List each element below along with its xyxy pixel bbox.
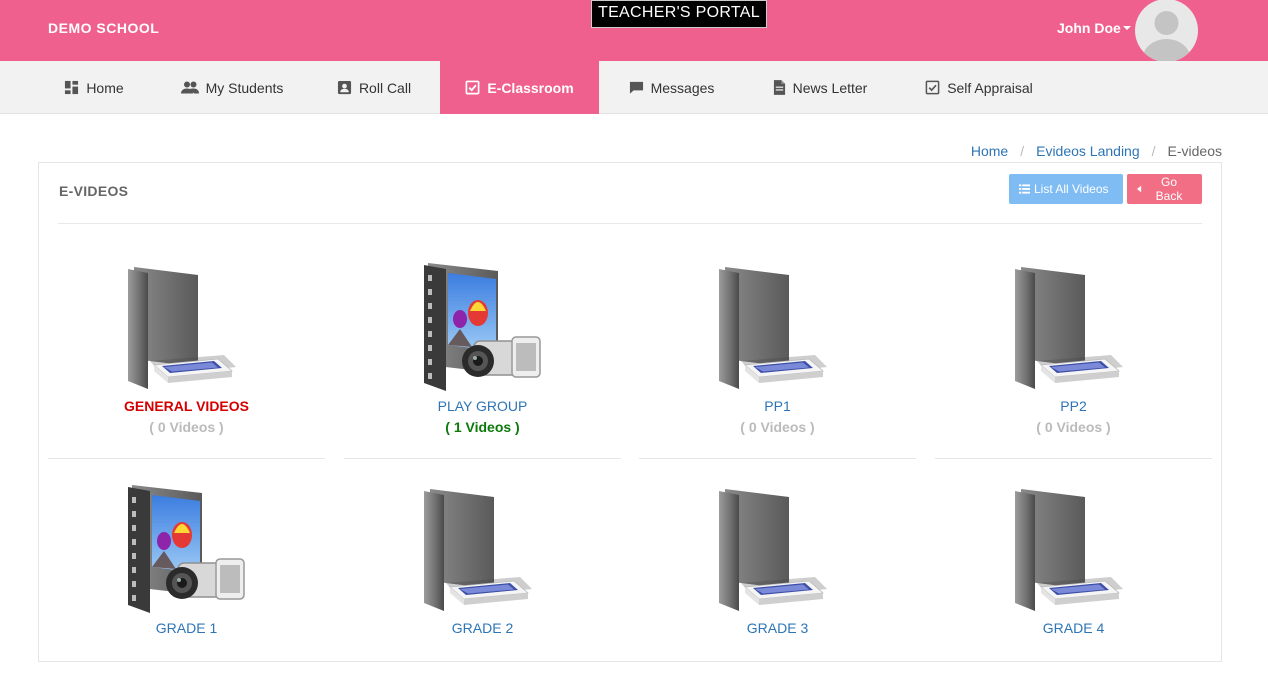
folder-video-count: ( 0 Videos ): [740, 419, 815, 435]
contact-card-icon: [337, 80, 351, 95]
go-back-button[interactable]: Go Back: [1127, 174, 1202, 204]
portal-title: TEACHER'S PORTAL: [591, 0, 767, 28]
user-menu[interactable]: John Doe: [1057, 20, 1131, 36]
folder-name[interactable]: PP1: [639, 398, 916, 414]
nav-label: News Letter: [792, 79, 868, 96]
folder-name[interactable]: GENERAL VIDEOS: [48, 398, 325, 414]
dashboard-icon: [65, 80, 79, 95]
folder-video-count: ( 1 Videos ): [445, 419, 520, 435]
folder-video-count: ( 0 Videos ): [1036, 419, 1111, 435]
folder-tile[interactable]: GENERAL VIDEOS ( 0 Videos ): [48, 253, 325, 459]
nav-label: E-Classroom: [487, 79, 574, 96]
folder-divider: [639, 458, 916, 459]
breadcrumb: Home / Evideos Landing / E-videos: [971, 143, 1222, 159]
video-folder-icon: [128, 485, 245, 613]
nav-label: Self Appraisal: [947, 79, 1033, 96]
page-title: E-VIDEOS: [59, 183, 129, 199]
checkbox-icon: [465, 80, 480, 95]
breadcrumb-evideos-landing[interactable]: Evideos Landing: [1036, 143, 1140, 159]
video-folder-icon: [424, 263, 541, 391]
breadcrumb-separator: /: [1151, 143, 1156, 159]
folder-divider: [344, 458, 621, 459]
nav-item-roll-call[interactable]: Roll Call: [322, 61, 426, 114]
empty-folder-icon: [719, 267, 827, 389]
document-icon: [773, 80, 785, 95]
evideos-panel: E-VIDEOS List All Videos Go Back GENERAL…: [38, 162, 1222, 662]
folder-divider: [48, 458, 325, 459]
folder-tile[interactable]: GRADE 4: [935, 475, 1212, 681]
empty-folder-icon: [1015, 489, 1123, 611]
folder-name[interactable]: GRADE 1: [48, 620, 325, 636]
nav-item-self-appraisal[interactable]: Self Appraisal: [908, 61, 1050, 114]
breadcrumb-current: E-videos: [1167, 143, 1222, 159]
list-all-videos-label: List All Videos: [1034, 182, 1109, 196]
folder-name[interactable]: GRADE 2: [344, 620, 621, 636]
people-icon: [180, 81, 199, 94]
nav-label: Home: [86, 79, 124, 96]
empty-folder-icon: [424, 489, 532, 611]
folder-tile[interactable]: PP2 ( 0 Videos ): [935, 253, 1212, 459]
nav-item-e-classroom[interactable]: E-Classroom: [440, 61, 599, 114]
folder-tile[interactable]: PP1 ( 0 Videos ): [639, 253, 916, 459]
folder-name[interactable]: GRADE 3: [639, 620, 916, 636]
nav-item-messages[interactable]: Messages: [613, 61, 730, 114]
school-name: DEMO SCHOOL: [48, 20, 160, 36]
empty-folder-icon: [719, 489, 827, 611]
nav-item-my-students[interactable]: My Students: [164, 61, 300, 114]
caret-left-icon: [1137, 185, 1142, 193]
panel-divider: [58, 223, 1202, 224]
folder-tile[interactable]: PLAY GROUP ( 1 Videos ): [344, 253, 621, 459]
folder-name[interactable]: PLAY GROUP: [344, 398, 621, 414]
user-name: John Doe: [1057, 20, 1121, 36]
go-back-label: Go Back: [1155, 175, 1183, 203]
folder-tile[interactable]: GRADE 3: [639, 475, 916, 681]
chat-bubble-icon: [629, 81, 643, 94]
nav-label: My Students: [205, 79, 284, 96]
nav-label: Messages: [650, 79, 715, 96]
folder-name[interactable]: PP2: [935, 398, 1212, 414]
empty-folder-icon: [128, 267, 236, 389]
main-nav: Home My Students Roll Call E-Classroom M…: [0, 61, 1268, 114]
nav-label: Roll Call: [358, 79, 412, 96]
folder-video-count: ( 0 Videos ): [149, 419, 224, 435]
folder-tile[interactable]: GRADE 1: [48, 475, 325, 681]
user-silhouette-icon: [1142, 11, 1191, 62]
folder-divider: [935, 458, 1212, 459]
breadcrumb-home[interactable]: Home: [971, 143, 1008, 159]
list-icon: [1019, 184, 1030, 194]
checkbox-icon: [925, 80, 940, 95]
folder-tile[interactable]: GRADE 2: [344, 475, 621, 681]
caret-down-icon: [1122, 26, 1131, 31]
nav-item-home[interactable]: Home: [48, 61, 140, 114]
breadcrumb-separator: /: [1020, 143, 1025, 159]
top-header: DEMO SCHOOL TEACHER'S PORTAL John Doe: [0, 0, 1268, 62]
empty-folder-icon: [1015, 267, 1123, 389]
folder-name[interactable]: GRADE 4: [935, 620, 1212, 636]
avatar[interactable]: [1135, 0, 1198, 62]
list-all-videos-button[interactable]: List All Videos: [1009, 174, 1123, 204]
nav-item-news-letter[interactable]: News Letter: [755, 61, 885, 114]
